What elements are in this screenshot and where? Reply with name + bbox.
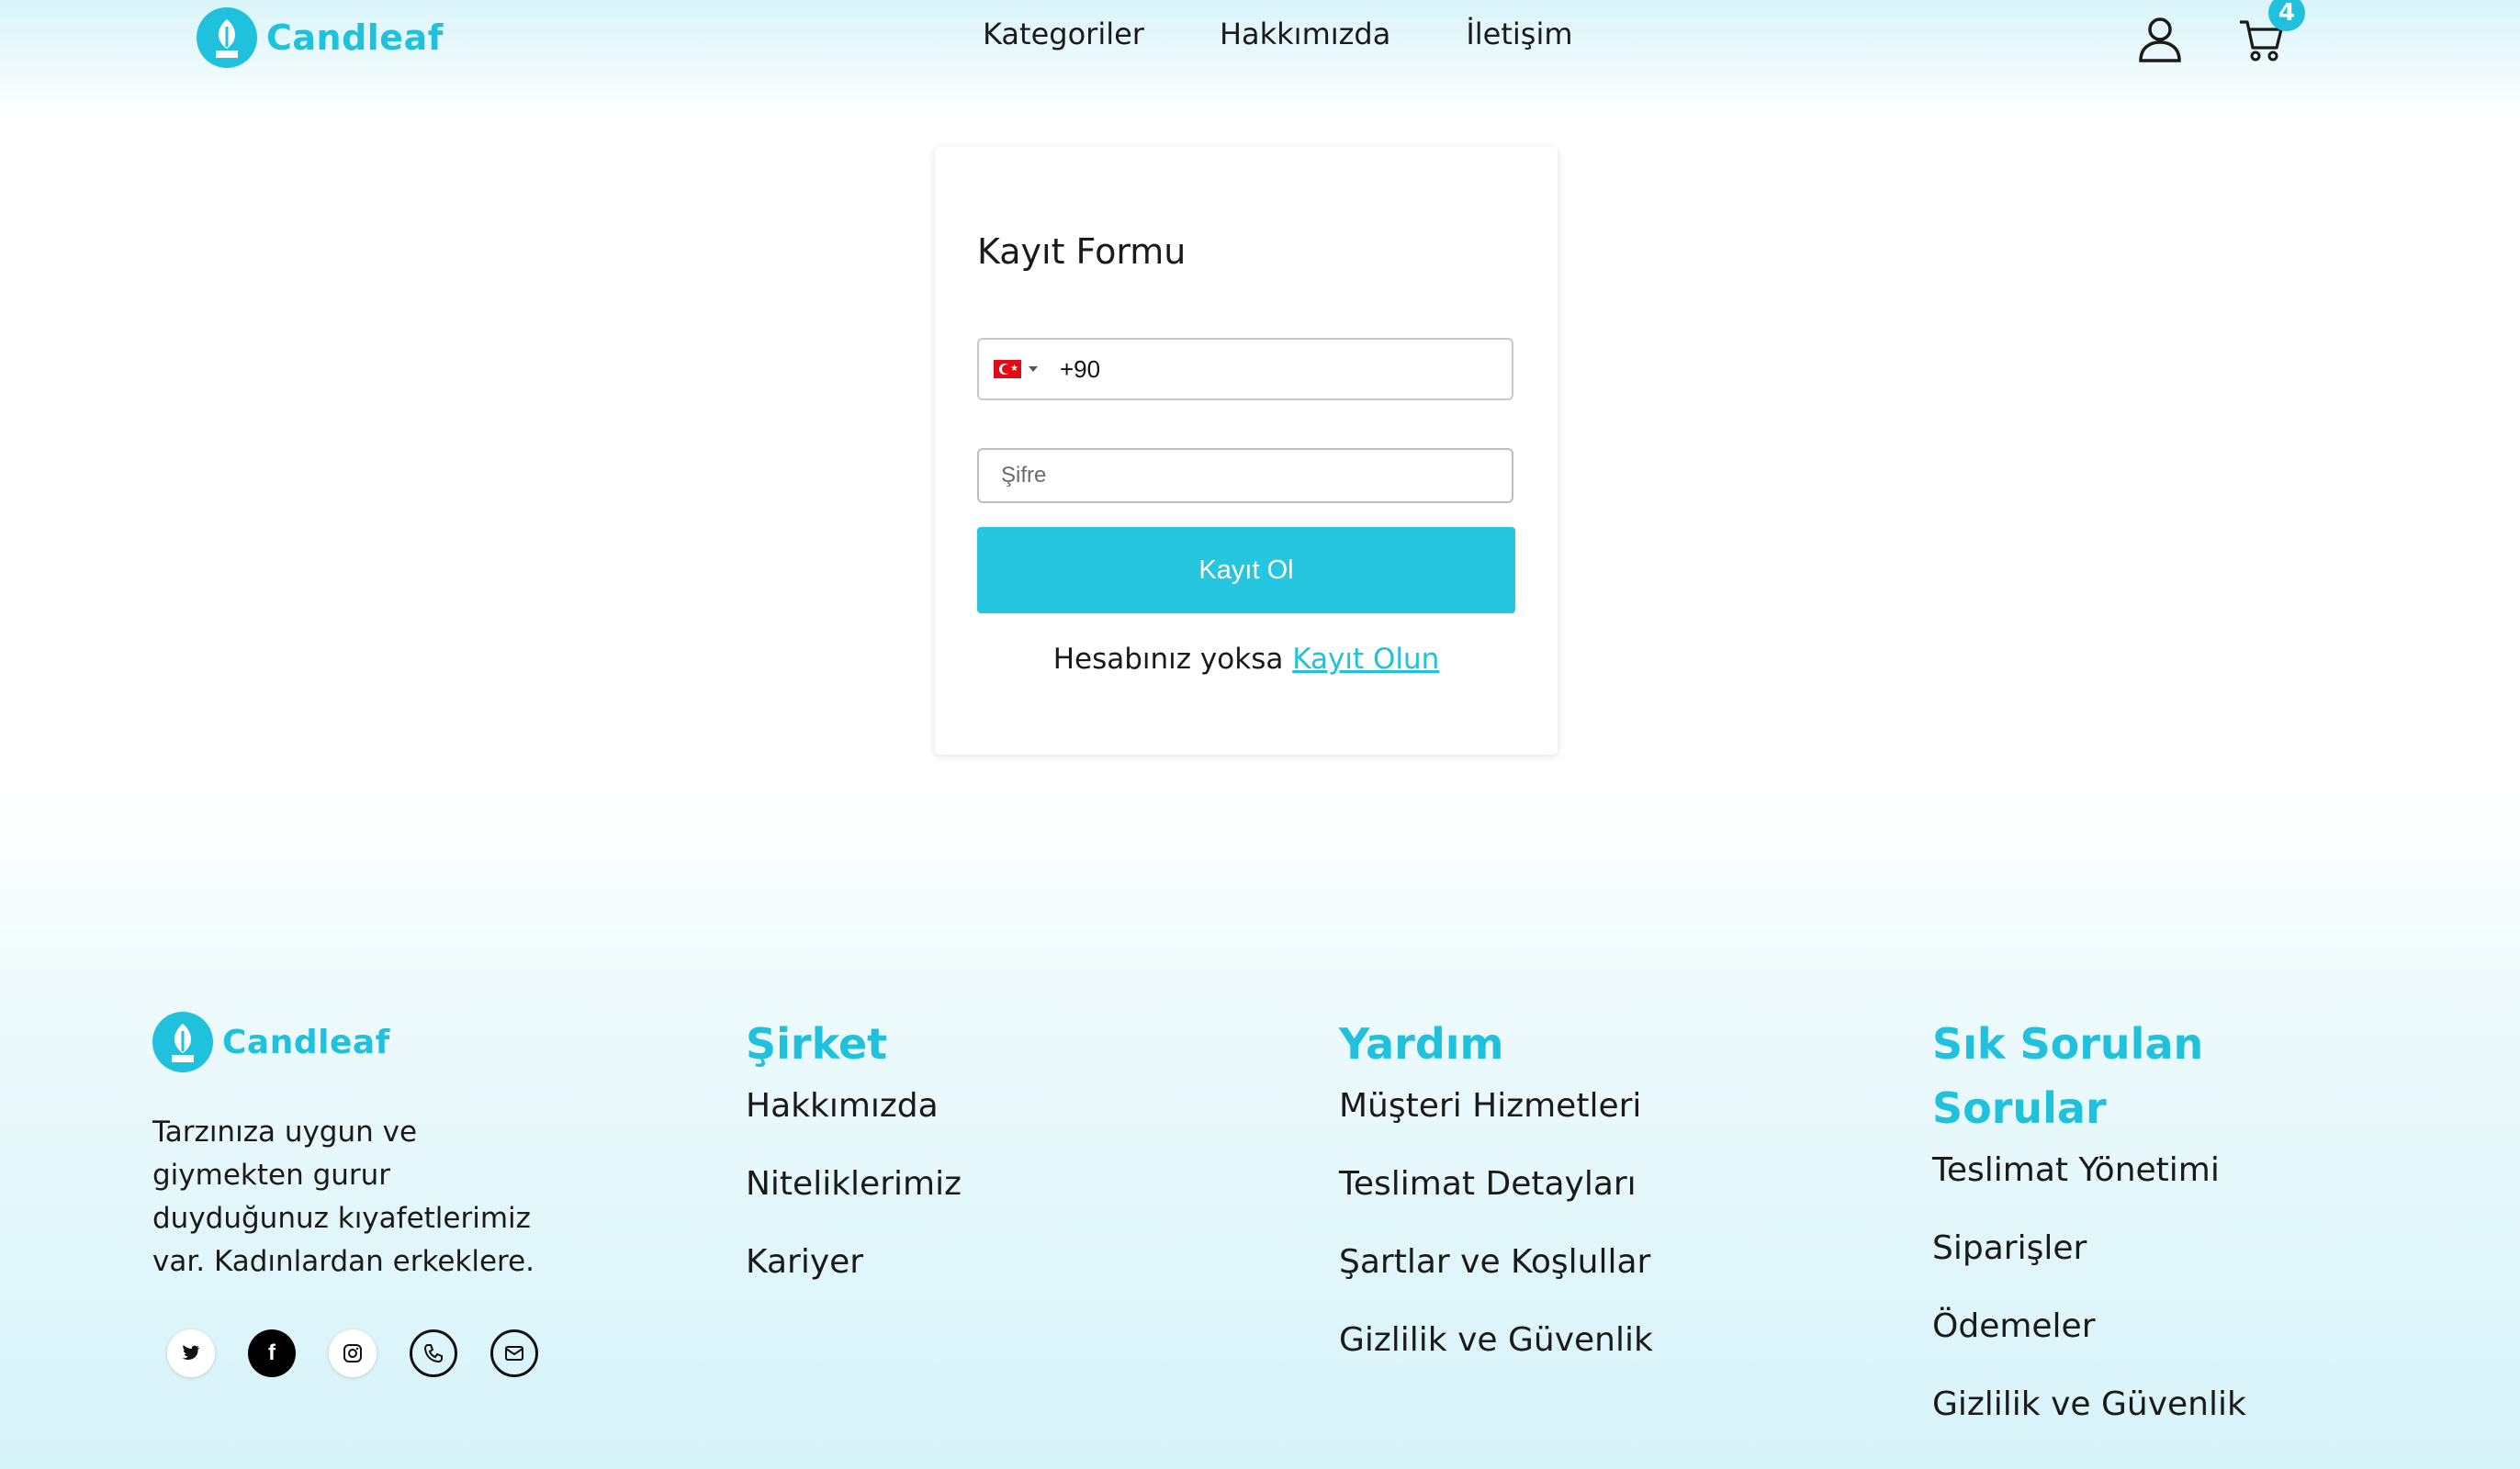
signup-prompt-text: Hesabınız yoksa	[1052, 643, 1284, 676]
footer-link[interactable]: Siparişler	[1932, 1229, 2263, 1267]
footer-link[interactable]: Teslimat Detayları	[1339, 1165, 1653, 1203]
leaf-logo-icon	[197, 7, 257, 68]
footer-col-help: Yardım Müşteri Hizmetleri Teslimat Detay…	[1339, 1012, 1653, 1359]
footer-link[interactable]: Kariyer	[746, 1243, 962, 1281]
register-card: Kayıt Formu ★ Kayıt Ol Hesabınız yoksa K…	[935, 147, 1558, 755]
nav-categories[interactable]: Kategoriler	[983, 17, 1144, 51]
instagram-icon[interactable]	[329, 1329, 377, 1377]
mail-icon[interactable]	[490, 1329, 538, 1377]
phone-icon[interactable]	[410, 1329, 457, 1377]
footer-col-title: Sık Sorulan Sorular	[1932, 1019, 2204, 1133]
site-header: Candleaf Kategoriler Hakkımızda İletişim…	[0, 0, 2520, 116]
brand-logo[interactable]: Candleaf	[197, 7, 444, 68]
signup-link[interactable]: Kayıt Olun	[1292, 643, 1439, 676]
nav-contact[interactable]: İletişim	[1466, 17, 1572, 51]
country-select[interactable]: ★	[994, 360, 1038, 378]
facebook-icon[interactable]: f	[248, 1329, 296, 1377]
user-account-icon[interactable]	[2136, 15, 2184, 62]
leaf-logo-icon	[152, 1012, 213, 1072]
form-title: Kayıt Formu	[977, 231, 1187, 272]
register-button[interactable]: Kayıt Ol	[977, 527, 1515, 613]
nav-about[interactable]: Hakkımızda	[1220, 17, 1390, 51]
footer-link[interactable]: Niteliklerimiz	[746, 1165, 962, 1203]
footer-about-text: Tarzınıza uygun ve giymekten gurur duydu…	[152, 1116, 535, 1278]
footer-link[interactable]: Şartlar ve Koşlullar	[1339, 1243, 1653, 1281]
footer-col-title: Şirket	[746, 1019, 888, 1069]
footer-col-faq: Sık Sorulan Sorular Teslimat Yönetimi Si…	[1932, 1012, 2263, 1423]
signup-prompt: Hesabınız yoksa Kayıt Olun	[935, 643, 1558, 676]
footer-link[interactable]: Hakkımızda	[746, 1087, 962, 1125]
site-footer: Candleaf Tarzınıza uygun ve giymekten gu…	[0, 790, 2520, 1469]
footer-col-title: Yardım	[1339, 1019, 1504, 1069]
footer-col-company: Şirket Hakkımızda Niteliklerimiz Kariyer	[746, 1012, 962, 1281]
phone-input[interactable]	[1058, 353, 1466, 385]
password-input[interactable]	[977, 448, 1513, 503]
main-nav: Kategoriler Hakkımızda İletişim	[983, 17, 1573, 51]
footer-brand-logo[interactable]: Candleaf	[152, 1012, 390, 1072]
cart-count-badge: 4	[2268, 0, 2305, 31]
twitter-icon[interactable]	[167, 1329, 215, 1377]
social-links: f	[167, 1329, 538, 1377]
footer-link[interactable]: Teslimat Yönetimi	[1932, 1151, 2263, 1189]
footer-brand-name: Candleaf	[222, 1023, 390, 1061]
brand-name: Candleaf	[266, 17, 444, 58]
turkey-flag-icon: ★	[994, 360, 1021, 378]
footer-link[interactable]: Gizlilik ve Güvenlik	[1339, 1321, 1653, 1359]
phone-field: ★	[977, 338, 1513, 400]
chevron-down-icon	[1029, 366, 1038, 372]
footer-link[interactable]: Gizlilik ve Güvenlik	[1932, 1385, 2263, 1423]
footer-link[interactable]: Müşteri Hizmetleri	[1339, 1087, 1653, 1125]
footer-link[interactable]: Ödemeler	[1932, 1307, 2263, 1345]
